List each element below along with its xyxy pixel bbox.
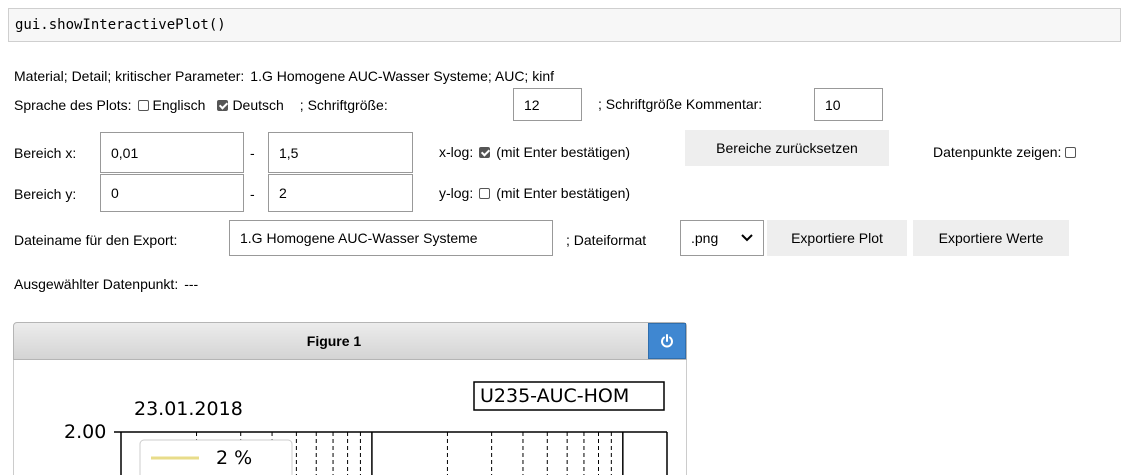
range-x-min-input[interactable]: 0,01 [100, 132, 244, 173]
fontsize-input[interactable]: 12 [513, 88, 582, 121]
selected-point-value: --- [184, 276, 199, 292]
x-log-checkbox[interactable] [479, 146, 491, 158]
y-log-checkbox[interactable] [479, 187, 491, 199]
info-line: Material; Detail; kritischer Parameter: … [14, 68, 554, 84]
export-filename-label: Dateiname für den Export: [14, 232, 178, 248]
selected-point-row: Ausgewählter Datenpunkt: --- [14, 276, 198, 292]
y-log-label: y-log: [439, 185, 474, 201]
show-points-group: Datenpunkte zeigen: [933, 137, 1080, 167]
plot-tag-annotation: U235-AUC-HOM [480, 385, 630, 407]
export-values-button[interactable]: Exportiere Werte [913, 220, 1069, 256]
range-y-min-value: 0 [111, 185, 119, 201]
code-text: gui.showInteractivePlot() [15, 17, 226, 33]
export-filename-input[interactable]: 1.G Homogene AUC-Wasser Systeme [229, 220, 553, 256]
language-label: Sprache des Plots: [14, 97, 132, 113]
fontsize-value: 12 [524, 96, 540, 113]
range-x-label: Bereich x: [14, 145, 77, 161]
range-x-max-input[interactable]: 1,5 [268, 132, 413, 173]
x-log-group: x-log: (mit Enter bestätigen) [439, 137, 630, 167]
info-value: 1.G Homogene AUC-Wasser Systeme; AUC; ki… [250, 68, 554, 84]
english-checkbox[interactable] [137, 99, 149, 111]
chevron-down-icon [741, 234, 753, 242]
english-label: Englisch [152, 97, 206, 113]
comment-fontsize-input[interactable]: 10 [814, 88, 883, 121]
y-log-group: y-log: (mit Enter bestätigen) [439, 178, 630, 208]
export-format-select[interactable]: .png [680, 220, 764, 256]
range-y-min-input[interactable]: 0 [100, 174, 244, 212]
range-y-dash: - [250, 186, 255, 202]
range-y-max-input[interactable]: 2 [268, 174, 413, 212]
legend-label: 2 % [216, 447, 253, 469]
figure-canvas[interactable]: 23.01.2018 U235-AUC-HOM 2.00 2 % [13, 360, 687, 475]
german-label: Deutsch [232, 97, 284, 113]
plot-date-annotation: 23.01.2018 [134, 398, 243, 420]
y-tick-label: 2.00 [64, 421, 107, 443]
comment-fontsize-value: 10 [825, 96, 841, 113]
show-points-label: Datenpunkte zeigen: [933, 144, 1062, 160]
export-plot-button[interactable]: Exportiere Plot [767, 220, 907, 256]
range-x-min-value: 0,01 [111, 144, 139, 161]
export-format-label: ; Dateiformat [566, 232, 647, 248]
range-x-max-value: 1,5 [279, 144, 299, 161]
comment-fontsize-label: ; Schriftgröße Kommentar: [598, 96, 763, 112]
y-log-hint: (mit Enter bestätigen) [496, 185, 631, 201]
german-checkbox[interactable] [217, 99, 229, 111]
info-label: Material; Detail; kritischer Parameter: [14, 68, 245, 84]
show-points-checkbox[interactable] [1065, 146, 1077, 158]
export-filename-value: 1.G Homogene AUC-Wasser Systeme [240, 230, 478, 246]
plot-svg [114, 381, 668, 475]
x-log-hint: (mit Enter bestätigen) [496, 144, 631, 160]
range-y-max-value: 2 [279, 185, 287, 201]
language-row: Sprache des Plots: Englisch Deutsch ; Sc… [14, 88, 388, 122]
export-format-value: .png [691, 230, 719, 246]
range-y-label: Bereich y: [14, 186, 77, 202]
code-cell[interactable]: gui.showInteractivePlot() [8, 8, 1121, 42]
selected-point-label: Ausgewählter Datenpunkt: [14, 276, 179, 292]
figure-title: Figure 1 [306, 333, 362, 349]
x-log-label: x-log: [439, 144, 474, 160]
figure-header: Figure 1 [13, 322, 687, 360]
range-x-dash: - [250, 145, 255, 161]
fontsize-label: ; Schriftgröße: [299, 97, 388, 113]
reset-ranges-button[interactable]: Bereiche zurücksetzen [685, 130, 889, 166]
power-icon [661, 334, 673, 348]
power-button[interactable] [648, 323, 686, 359]
